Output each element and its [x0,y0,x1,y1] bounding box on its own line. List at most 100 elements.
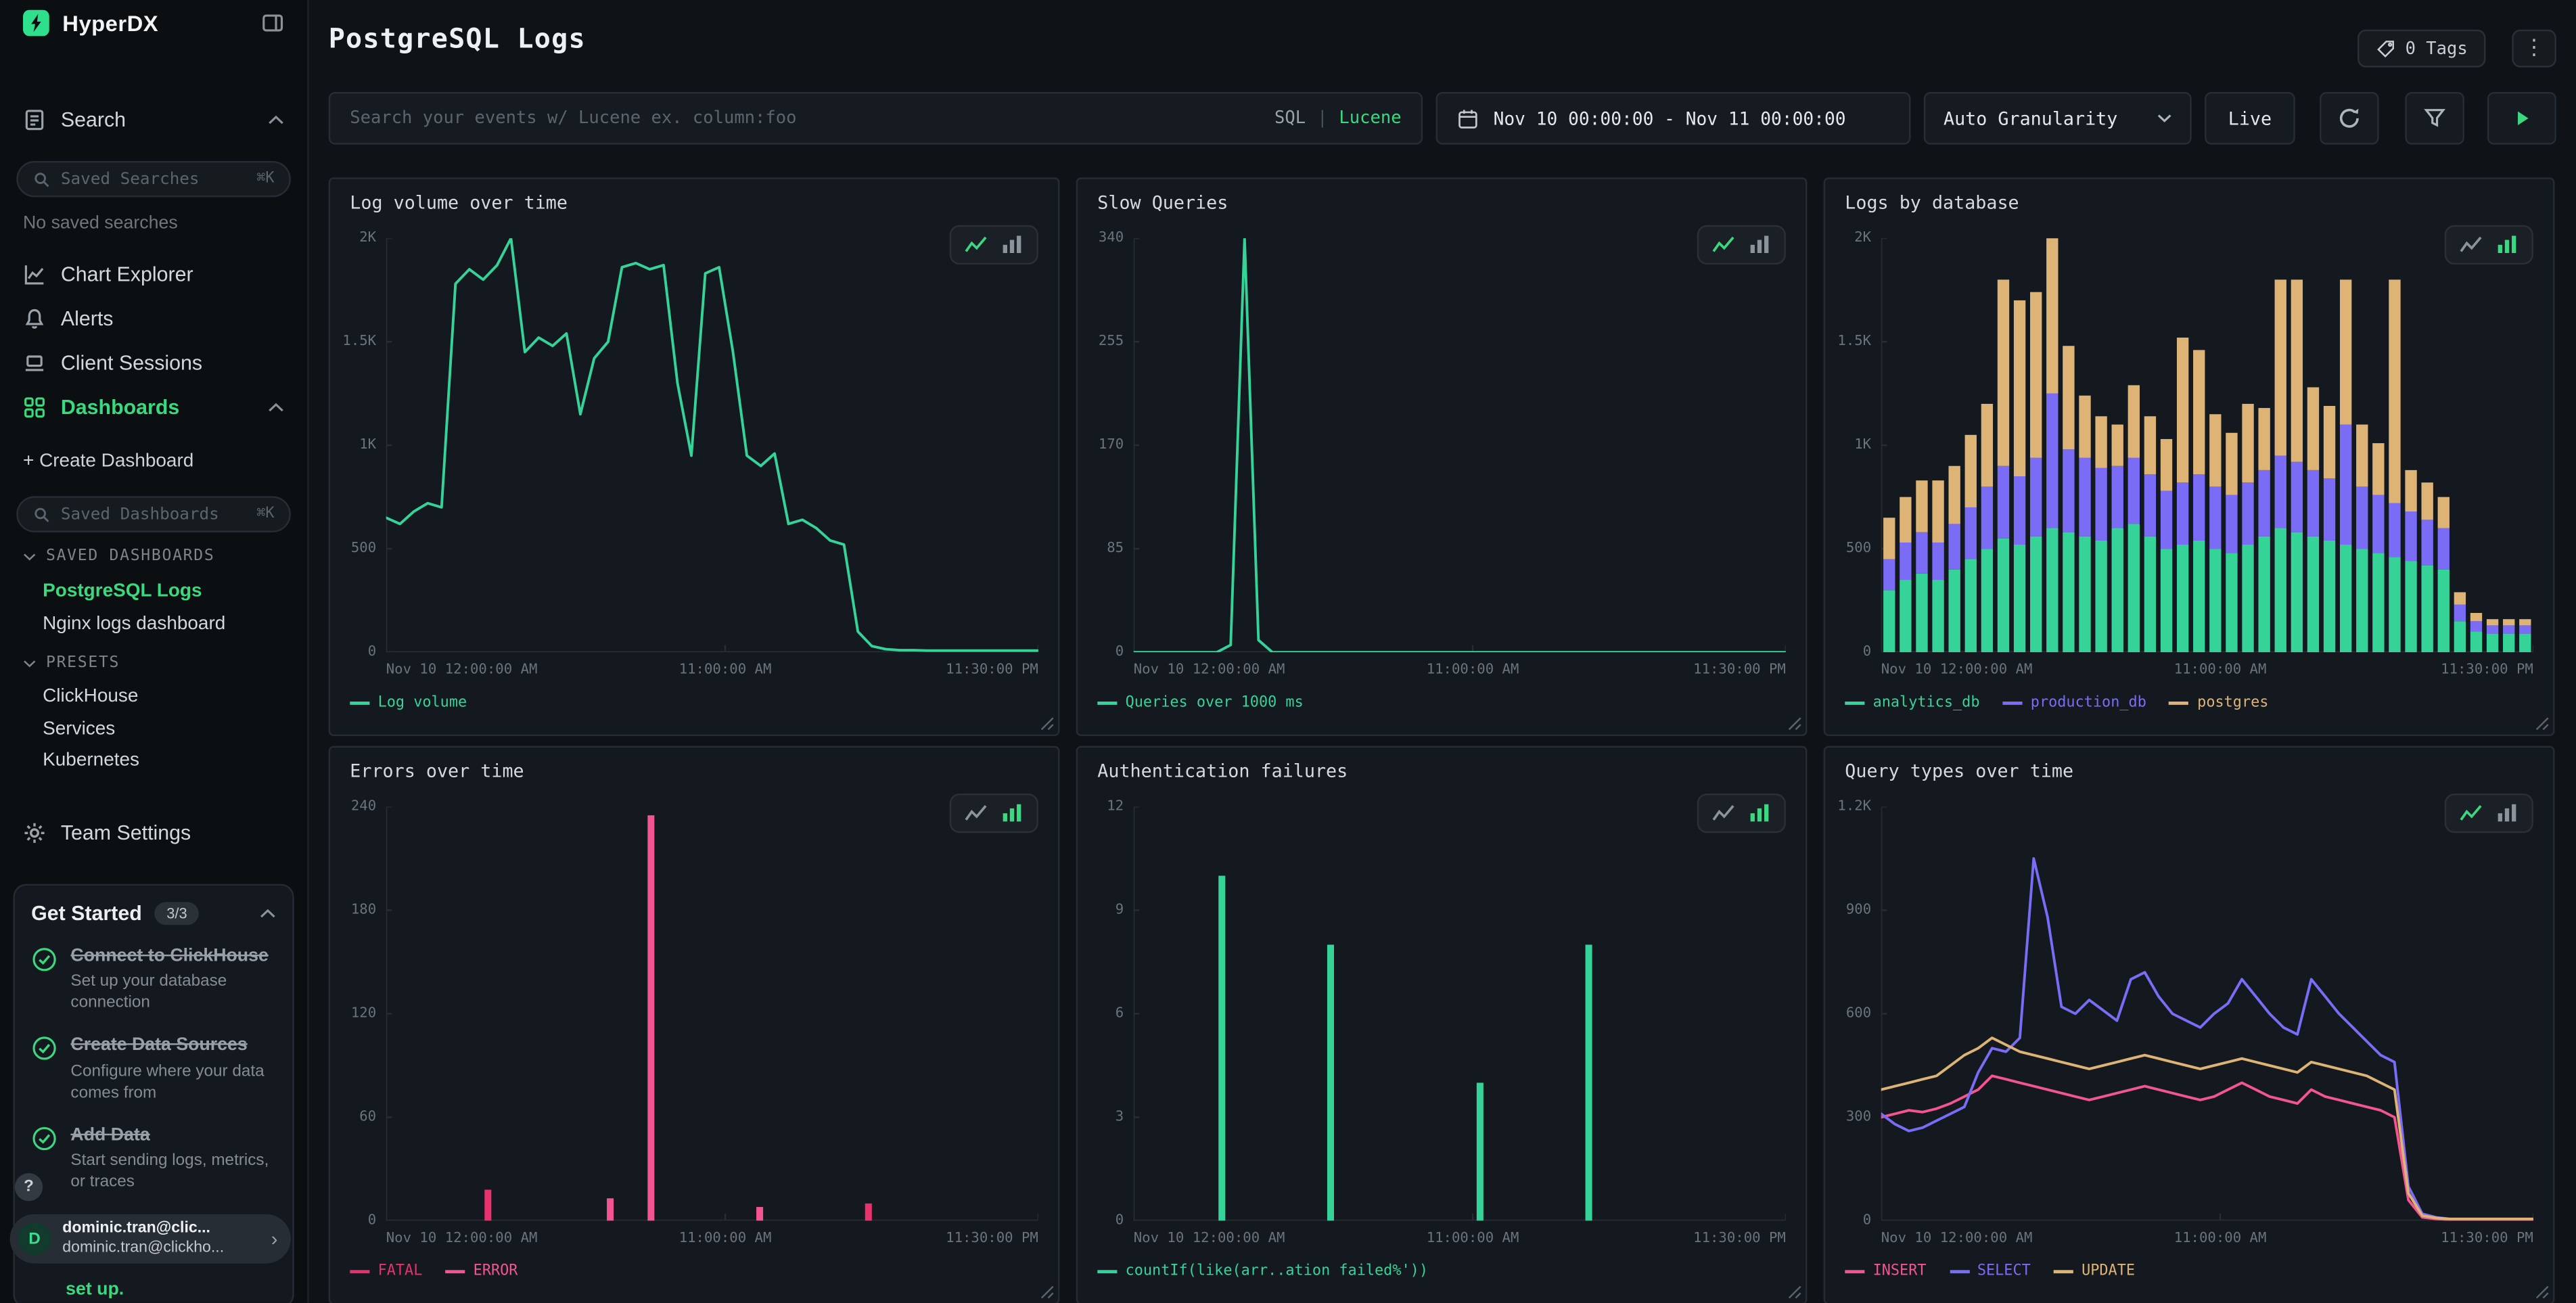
legend-item[interactable]: analytics_db [1845,695,1979,711]
y-tick-label: 170 [1099,437,1124,453]
chart-title: Slow Queries [1097,192,1228,214]
chart-plot-area [386,806,1038,1220]
checklist-item-connect[interactable]: Connect to ClickHouse Set up your databa… [31,944,276,1014]
legend-item[interactable]: Log volume [350,695,467,711]
legend-swatch [2003,702,2023,705]
legend-item[interactable]: Queries over 1000 ms [1097,695,1303,711]
sql-toggle-label[interactable]: SQL [1274,108,1306,128]
saved-dashboard-link-nginx[interactable]: Nginx logs dashboard [43,614,294,634]
y-tick-label: 500 [351,541,376,557]
saved-dashboards-input[interactable]: Saved Dashboards ⌘K [16,496,291,532]
dashboard-grid: Log volume over time 05001K1.5K2K Nov 10… [329,177,2555,1303]
y-tick-label: 60 [359,1109,376,1125]
create-dashboard-button[interactable]: + Create Dashboard [0,440,307,483]
preset-link-services[interactable]: Services [43,720,294,739]
legend-item[interactable]: postgres [2169,695,2269,711]
resize-handle-icon[interactable] [1787,1285,1802,1300]
y-axis-labels: 03006009001.2K [1825,806,1878,1220]
preset-link-kubernetes[interactable]: Kubernetes [43,751,294,771]
checklist-item-desc: Set up your database connection [70,971,276,1014]
chart-plot-area [1134,806,1786,1220]
y-tick-label: 120 [351,1005,376,1022]
x-tick-label: Nov 10 12:00:00 AM [1134,662,1285,679]
panel-menu-button[interactable]: ⋮ [2512,30,2556,68]
resize-handle-icon[interactable] [1787,716,1802,731]
x-tick-label: 11:30:00 PM [946,1231,1038,1247]
chevron-down-icon [23,551,36,562]
y-tick-label: 255 [1099,334,1124,350]
no-saved-searches-text: No saved searches [23,214,178,233]
setup-link-fragment[interactable]: set up. [66,1280,124,1300]
refresh-button[interactable] [2320,92,2378,145]
get-started-header[interactable]: Get Started 3/3 [31,902,276,925]
event-search-input[interactable] [330,93,1421,143]
legend-item[interactable]: ERROR [445,1264,518,1280]
laptop-icon [23,352,46,375]
sidebar-item-label: Client Sessions [61,352,202,375]
legend-item[interactable]: UPDATE [2054,1264,2135,1280]
legend-item[interactable]: INSERT [1845,1264,1926,1280]
live-button[interactable]: Live [2205,92,2295,145]
preset-link-clickhouse[interactable]: ClickHouse [43,687,294,706]
saved-searches-input[interactable]: Saved Searches ⌘K [16,161,291,197]
resize-handle-icon[interactable] [2535,1285,2550,1300]
run-query-button[interactable] [2487,92,2556,145]
date-range-picker[interactable]: Nov 10 00:00:00 - Nov 11 00:00:00 [1436,92,1911,145]
query-language-toggle[interactable]: SQL | Lucene [1274,108,1402,128]
x-tick-label: 11:00:00 AM [679,1231,772,1247]
sidebar-item-label: Chart Explorer [61,263,193,286]
sidebar-item-dashboards[interactable]: Dashboards [0,386,307,429]
dashboards-grid-icon [23,396,46,419]
saved-dashboard-link-postgresql[interactable]: PostgreSQL Logs [43,582,294,601]
saved-dashboards-section-header[interactable]: SAVED DASHBOARDS [23,547,291,566]
granularity-select[interactable]: Auto Granularity [1924,92,2192,145]
sidebar-item-chart-explorer[interactable]: Chart Explorer [0,253,307,296]
saved-dashboards-placeholder: Saved Dashboards [61,505,247,524]
sidebar-item-alerts[interactable]: Alerts [0,298,307,340]
chart-title: Authentication failures [1097,760,1348,782]
sidebar-item-client-sessions[interactable]: Client Sessions [0,342,307,384]
y-tick-label: 1K [1854,437,1871,453]
get-started-progress-badge: 3/3 [155,902,198,925]
sidebar-item-search[interactable]: Search [0,99,307,141]
search-icon [33,505,51,524]
legend-item[interactable]: countIf(like(arr..ation failed%')) [1097,1264,1428,1280]
collapse-sidebar-icon[interactable] [261,12,284,35]
legend-item[interactable]: SELECT [1950,1264,2031,1280]
filter-button[interactable] [2405,92,2464,145]
presets-section-header[interactable]: PRESETS [23,654,291,672]
help-button[interactable]: ? [15,1173,43,1201]
legend-item[interactable]: production_db [2003,695,2146,711]
date-range-value: Nov 10 00:00:00 - Nov 11 00:00:00 [1494,108,1846,129]
x-tick-label: 11:30:00 PM [2441,662,2533,679]
y-tick-label: 500 [1846,541,1871,557]
y-tick-label: 9 [1116,902,1124,918]
tags-button[interactable]: 0 Tags [2358,30,2485,68]
lucene-toggle-label[interactable]: Lucene [1339,108,1401,128]
search-section-icon [23,108,46,131]
brand-name: HyperDX [62,11,248,35]
chart-panel: Query types over time 03006009001.2K Nov… [1824,746,2555,1303]
chart-plot-area [386,238,1038,652]
sidebar-item-team-settings[interactable]: Team Settings [0,812,307,854]
legend-label: FATAL [378,1264,423,1280]
user-menu[interactable]: D dominic.tran@clic... dominic.tran@clic… [10,1214,291,1264]
chart-legend: countIf(like(arr..ation failed%')) [1097,1264,1428,1280]
legend-item[interactable]: FATAL [350,1264,422,1280]
resize-handle-icon[interactable] [2535,716,2550,731]
sidebar-item-label: Dashboards [61,396,179,419]
brand-row: HyperDX [0,0,307,46]
chevron-down-icon [2157,114,2172,124]
y-tick-label: 340 [1099,230,1124,246]
bar-series [1218,875,1592,1220]
resize-handle-icon[interactable] [1040,716,1055,731]
legend-swatch [1950,1270,1969,1273]
legend-swatch [445,1270,465,1273]
resize-handle-icon[interactable] [1040,1285,1055,1300]
x-tick-label: Nov 10 12:00:00 AM [1881,1231,2033,1247]
line-series [1134,238,1786,652]
main-content: PostgreSQL Logs 0 Tags ⋮ SQL | Lucene [309,0,2576,1303]
tag-icon [2376,39,2395,58]
checklist-item-sources[interactable]: Create Data Sources Configure where your… [31,1034,276,1103]
checklist-item-add-data[interactable]: Add Data Start sending logs, metrics, or… [31,1123,276,1193]
